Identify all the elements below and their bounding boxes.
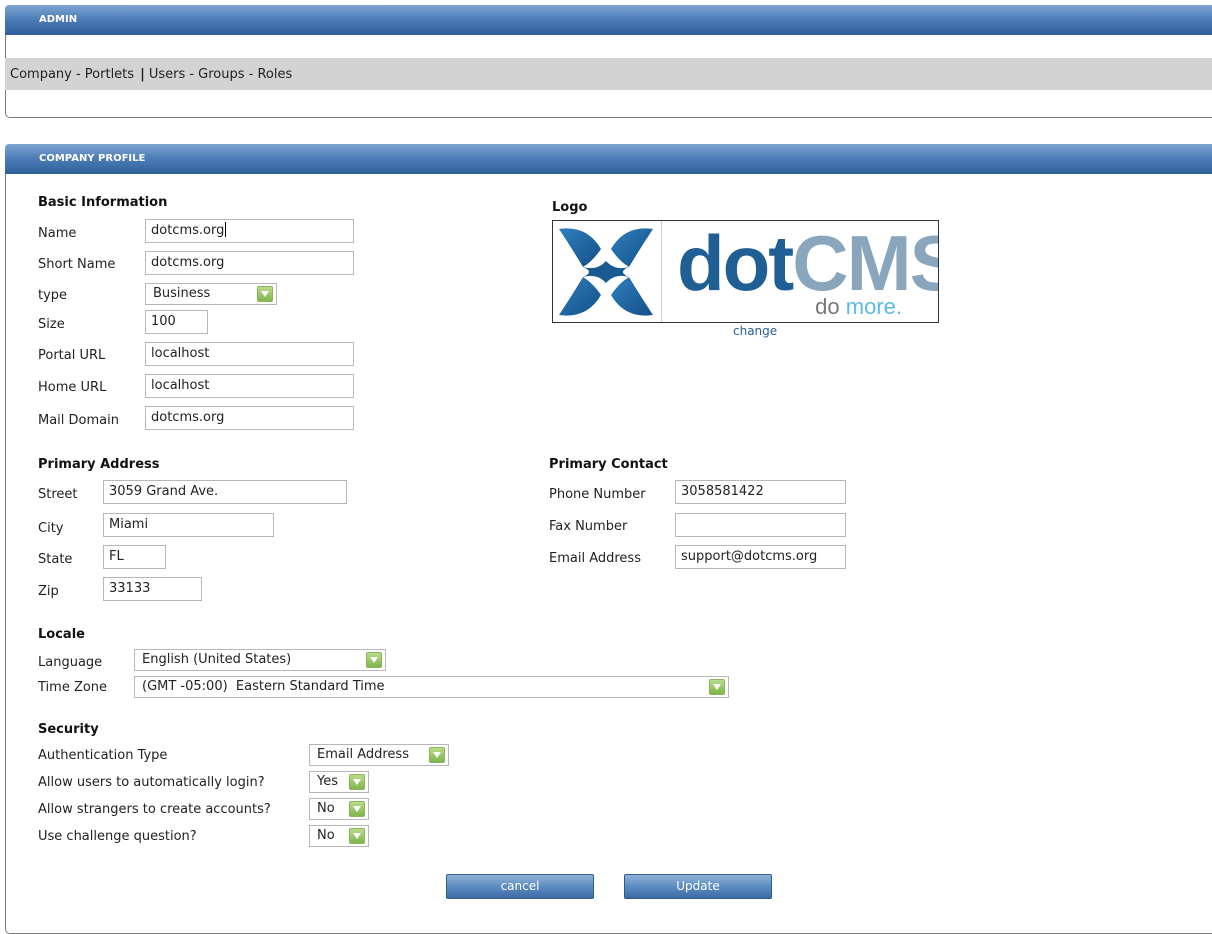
dotcms-mark-icon: [559, 228, 653, 316]
nav-separator: |: [140, 67, 145, 82]
logo-tagline-more: more.: [845, 294, 902, 319]
name-field[interactable]: dotcms.org: [145, 219, 354, 243]
logo-tagline: do more.: [815, 295, 902, 319]
type-label: type: [38, 288, 68, 303]
portal-url-field[interactable]: localhost: [145, 342, 354, 366]
strangers-select-value: No: [317, 801, 335, 816]
city-field[interactable]: Miami: [103, 513, 274, 537]
phone-label: Phone Number: [549, 487, 646, 502]
logo-tagline-do: do: [815, 294, 846, 319]
size-label: Size: [38, 317, 65, 332]
chevron-down-icon: [349, 801, 365, 817]
chevron-down-icon: [429, 747, 445, 763]
name-label: Name: [38, 226, 77, 241]
timezone-label: Time Zone: [38, 680, 108, 695]
timezone-select[interactable]: (GMT -05:00) Eastern Standard Time: [134, 676, 729, 698]
strangers-label: Allow strangers to create accounts?: [38, 802, 271, 817]
zip-field[interactable]: 33133: [103, 577, 202, 601]
zip-label: Zip: [38, 584, 59, 599]
logo-heading: Logo: [552, 200, 588, 215]
security-heading: Security: [38, 722, 99, 737]
state-field[interactable]: FL: [103, 545, 166, 569]
short-name-label: Short Name: [38, 257, 116, 272]
home-url-label: Home URL: [38, 380, 107, 395]
auth-type-select-value: Email Address: [317, 747, 409, 762]
email-field[interactable]: support@dotcms.org: [675, 545, 846, 569]
mail-domain-label: Mail Domain: [38, 413, 119, 428]
street-field[interactable]: 3059 Grand Ave.: [103, 480, 347, 504]
logo-wordmark: dotCMS: [677, 223, 938, 303]
auto-login-select[interactable]: Yes: [309, 771, 369, 793]
update-button[interactable]: Update: [624, 874, 772, 899]
mail-domain-field[interactable]: dotcms.org: [145, 406, 354, 430]
admin-panel-title: ADMIN: [5, 5, 1212, 35]
email-label: Email Address: [549, 551, 641, 566]
timezone-select-value: (GMT -05:00) Eastern Standard Time: [142, 679, 385, 694]
city-label: City: [38, 521, 64, 536]
short-name-field[interactable]: dotcms.org: [145, 251, 354, 275]
name-field-value: dotcms.org: [151, 223, 225, 238]
nav-users-groups-roles-link[interactable]: Users - Groups - Roles: [149, 67, 292, 82]
change-logo-link[interactable]: change: [733, 324, 777, 338]
fax-label: Fax Number: [549, 519, 628, 534]
state-label: State: [38, 552, 73, 567]
street-label: Street: [38, 487, 78, 502]
auth-type-label: Authentication Type: [38, 748, 168, 763]
auto-login-select-value: Yes: [317, 774, 338, 789]
admin-nav-bar: Company - Portlets | Users - Groups - Role…: [5, 58, 1212, 90]
basic-info-heading: Basic Information: [38, 195, 168, 210]
challenge-select[interactable]: No: [309, 825, 369, 847]
challenge-select-value: No: [317, 828, 335, 843]
chevron-down-icon: [349, 774, 365, 790]
phone-field[interactable]: 3058581422: [675, 480, 846, 504]
strangers-select[interactable]: No: [309, 798, 369, 820]
logo-word-dot: dot: [677, 220, 794, 307]
cancel-button[interactable]: cancel: [446, 874, 594, 899]
type-select[interactable]: Business: [145, 283, 277, 305]
language-label: Language: [38, 655, 103, 670]
chevron-down-icon: [709, 679, 725, 695]
chevron-down-icon: [349, 828, 365, 844]
locale-heading: Locale: [38, 627, 85, 642]
home-url-field[interactable]: localhost: [145, 374, 354, 398]
type-select-value: Business: [153, 286, 211, 301]
language-select[interactable]: English (United States): [134, 649, 386, 671]
logo-divider: [661, 221, 662, 322]
primary-contact-heading: Primary Contact: [549, 457, 668, 472]
text-cursor: [225, 222, 227, 237]
language-select-value: English (United States): [142, 652, 292, 667]
chevron-down-icon: [366, 652, 382, 668]
company-profile-title: COMPANY PROFILE: [5, 144, 1212, 174]
challenge-label: Use challenge question?: [38, 829, 197, 844]
size-field[interactable]: 100: [145, 310, 208, 334]
chevron-down-icon: [257, 286, 273, 302]
nav-company-portlets-link[interactable]: Company - Portlets: [10, 67, 134, 82]
primary-address-heading: Primary Address: [38, 457, 160, 472]
auth-type-select[interactable]: Email Address: [309, 744, 449, 766]
fax-field[interactable]: [675, 513, 846, 537]
company-logo: dotCMS do more.: [552, 220, 939, 323]
portal-url-label: Portal URL: [38, 348, 106, 363]
auto-login-label: Allow users to automatically login?: [38, 775, 265, 790]
